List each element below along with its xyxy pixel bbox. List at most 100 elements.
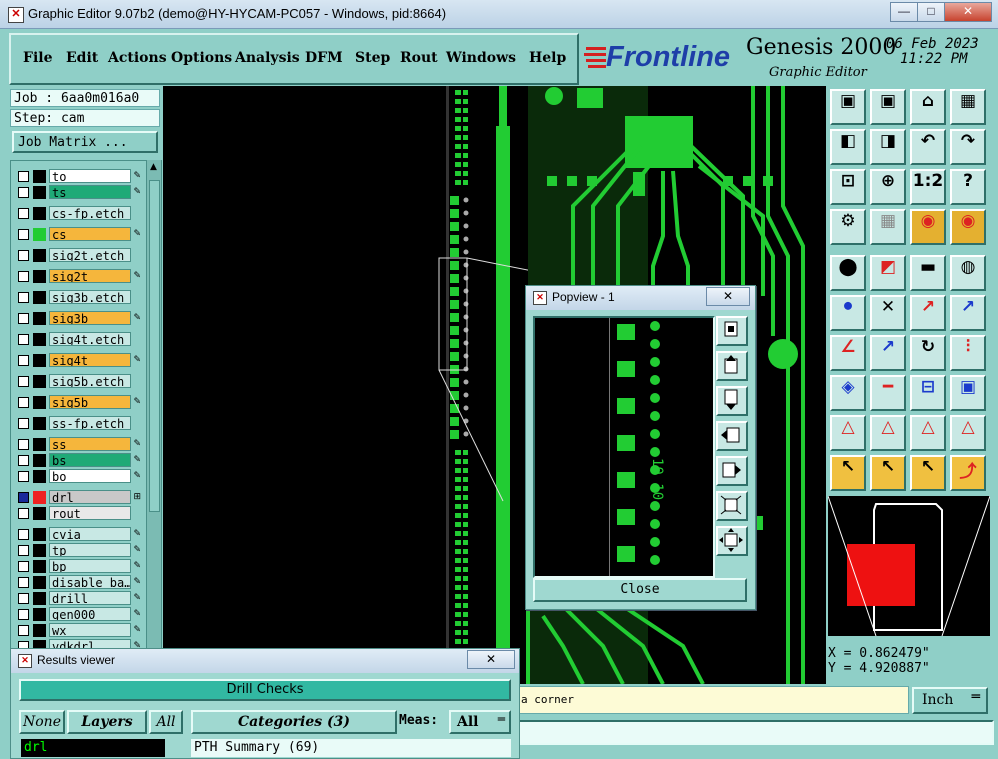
line-arc-icon[interactable]: ↗ — [950, 295, 986, 331]
layer-name[interactable]: ss-fp.etch — [49, 416, 131, 430]
close-button[interactable]: ✕ — [944, 2, 992, 22]
menu-file[interactable]: File — [23, 50, 52, 66]
layer-row-14[interactable]: bs ✎ — [15, 453, 141, 468]
pop-fit-icon[interactable] — [716, 526, 748, 556]
layer-checkbox[interactable] — [18, 229, 29, 240]
layer-row-21[interactable]: disable_ba… ✎ — [15, 575, 141, 590]
tri-d-icon[interactable]: △ — [950, 415, 986, 451]
pop-right-icon[interactable] — [716, 456, 748, 486]
none-button[interactable]: None — [19, 710, 65, 734]
layer-checkbox[interactable] — [18, 561, 29, 572]
layer-color-swatch[interactable] — [33, 624, 46, 637]
layer-row-2[interactable]: cs-fp.etch — [15, 206, 141, 221]
layer-checkbox[interactable] — [18, 593, 29, 604]
tri-c-icon[interactable]: △ — [910, 415, 946, 451]
layer-name[interactable]: sig4t.etch — [49, 332, 131, 346]
meas-dropdown[interactable]: All ═ — [449, 710, 511, 734]
pointer-icon[interactable]: ↖ — [830, 455, 866, 491]
layer-row-4[interactable]: sig2t.etch — [15, 248, 141, 263]
properties-icon[interactable]: ⚙ — [830, 209, 866, 245]
pop-zoom-out-icon[interactable] — [716, 491, 748, 521]
popview-close-x[interactable]: ✕ — [706, 287, 750, 306]
layer-colors-icon[interactable]: ◉ — [910, 209, 946, 245]
menu-windows[interactable]: Windows — [446, 50, 516, 66]
layer-filter-field[interactable]: drl — [21, 739, 165, 757]
undo-icon[interactable]: ↶ — [910, 129, 946, 165]
minimize-button[interactable]: — — [890, 2, 918, 22]
pan-left-icon[interactable]: ◧ — [830, 129, 866, 165]
zoom-in-icon[interactable]: ⊕ — [870, 169, 906, 205]
snap-center-icon[interactable]: ◍ — [950, 255, 986, 291]
horizontal-icon[interactable]: ━ — [870, 375, 906, 411]
layer-name[interactable]: to — [49, 169, 131, 183]
connect-icon[interactable]: ⚫ — [830, 295, 866, 331]
layer-row-17[interactable]: rout — [15, 506, 141, 521]
layer-checkbox[interactable] — [18, 471, 29, 482]
layer-name[interactable]: gen000 — [49, 607, 131, 621]
layer-color-swatch[interactable] — [33, 170, 46, 183]
menu-help[interactable]: Help — [529, 50, 566, 66]
layer-name[interactable]: cs-fp.etch — [49, 206, 131, 220]
layer-row-19[interactable]: tp ✎ — [15, 543, 141, 558]
pointer-2-icon[interactable]: ↖ — [870, 455, 906, 491]
layer-color-swatch[interactable] — [33, 186, 46, 199]
menu-rout[interactable]: Rout — [400, 50, 438, 66]
layer-name[interactable]: rout — [49, 506, 131, 520]
layer-color-swatch[interactable] — [33, 470, 46, 483]
layer-color-swatch[interactable] — [33, 291, 46, 304]
pointer-3-icon[interactable]: ↖ — [910, 455, 946, 491]
layer-color-swatch[interactable] — [33, 228, 46, 241]
layer-color-swatch[interactable] — [33, 417, 46, 430]
layer-checkbox[interactable] — [18, 455, 29, 466]
pth-summary-row[interactable]: PTH Summary (69) — [191, 739, 511, 757]
pop-zoom-icon[interactable] — [716, 316, 748, 346]
layer-color-swatch[interactable] — [33, 333, 46, 346]
component-icon[interactable]: ▣ — [950, 375, 986, 411]
layer-row-11[interactable]: sig5b ✎ — [15, 395, 141, 410]
layer-color-swatch[interactable] — [33, 528, 46, 541]
layer-checkbox[interactable] — [18, 250, 29, 261]
point-select-icon[interactable]: ⬤ — [830, 255, 866, 291]
layer-checkbox[interactable] — [18, 376, 29, 387]
layer-name[interactable]: sig5b.etch — [49, 374, 131, 388]
layer-name[interactable]: sig2t.etch — [49, 248, 131, 262]
layer-checkbox[interactable] — [18, 313, 29, 324]
tri-a-icon[interactable]: △ — [830, 415, 866, 451]
ruler-icon[interactable]: ▬ — [910, 255, 946, 291]
layers-button[interactable]: Layers — [67, 710, 147, 734]
dimension-icon[interactable]: ⊟ — [910, 375, 946, 411]
layer-name[interactable]: drl — [49, 490, 131, 504]
command-line[interactable] — [516, 720, 994, 745]
layer-color-swatch[interactable] — [33, 544, 46, 557]
layer-color-swatch[interactable] — [33, 249, 46, 262]
layer-row-18[interactable]: cvia ✎ — [15, 527, 141, 542]
layer-row-5[interactable]: sig2t ✎ — [15, 269, 141, 284]
layer-checkbox[interactable] — [18, 439, 29, 450]
layer-checkbox[interactable] — [18, 355, 29, 366]
layer-name[interactable]: ss — [49, 437, 131, 451]
units-dropdown[interactable]: Inch ═ — [912, 687, 988, 714]
layer-row-23[interactable]: gen000 ✎ — [15, 607, 141, 622]
layer-color-swatch[interactable] — [33, 592, 46, 605]
results-close-x[interactable]: ✕ — [467, 650, 515, 669]
layer-row-3[interactable]: cs ✎ — [15, 227, 141, 242]
pop-down-icon[interactable] — [716, 386, 748, 416]
layer-checkbox[interactable] — [18, 625, 29, 636]
layer-color-swatch[interactable] — [33, 438, 46, 451]
line-node-icon[interactable]: ↗ — [910, 295, 946, 331]
all-button[interactable]: All — [149, 710, 183, 734]
layer-color-swatch[interactable] — [33, 507, 46, 520]
layer-checkbox[interactable] — [18, 208, 29, 219]
layer-name[interactable]: sig5b — [49, 395, 131, 409]
layer-color-swatch[interactable] — [33, 312, 46, 325]
layer-color-swatch[interactable] — [33, 560, 46, 573]
layer-row-24[interactable]: wx ✎ — [15, 623, 141, 638]
line-measure-icon[interactable]: ↗ — [870, 335, 906, 371]
layer-checkbox[interactable] — [18, 492, 29, 503]
home-icon[interactable]: ⌂ — [910, 89, 946, 125]
cross-icon[interactable]: ✕ — [870, 295, 906, 331]
layer-color-swatch[interactable] — [33, 375, 46, 388]
help-icon[interactable]: ? — [950, 169, 986, 205]
fan-icon[interactable]: ⫶ — [950, 335, 986, 371]
menu-options[interactable]: Options — [171, 50, 232, 66]
